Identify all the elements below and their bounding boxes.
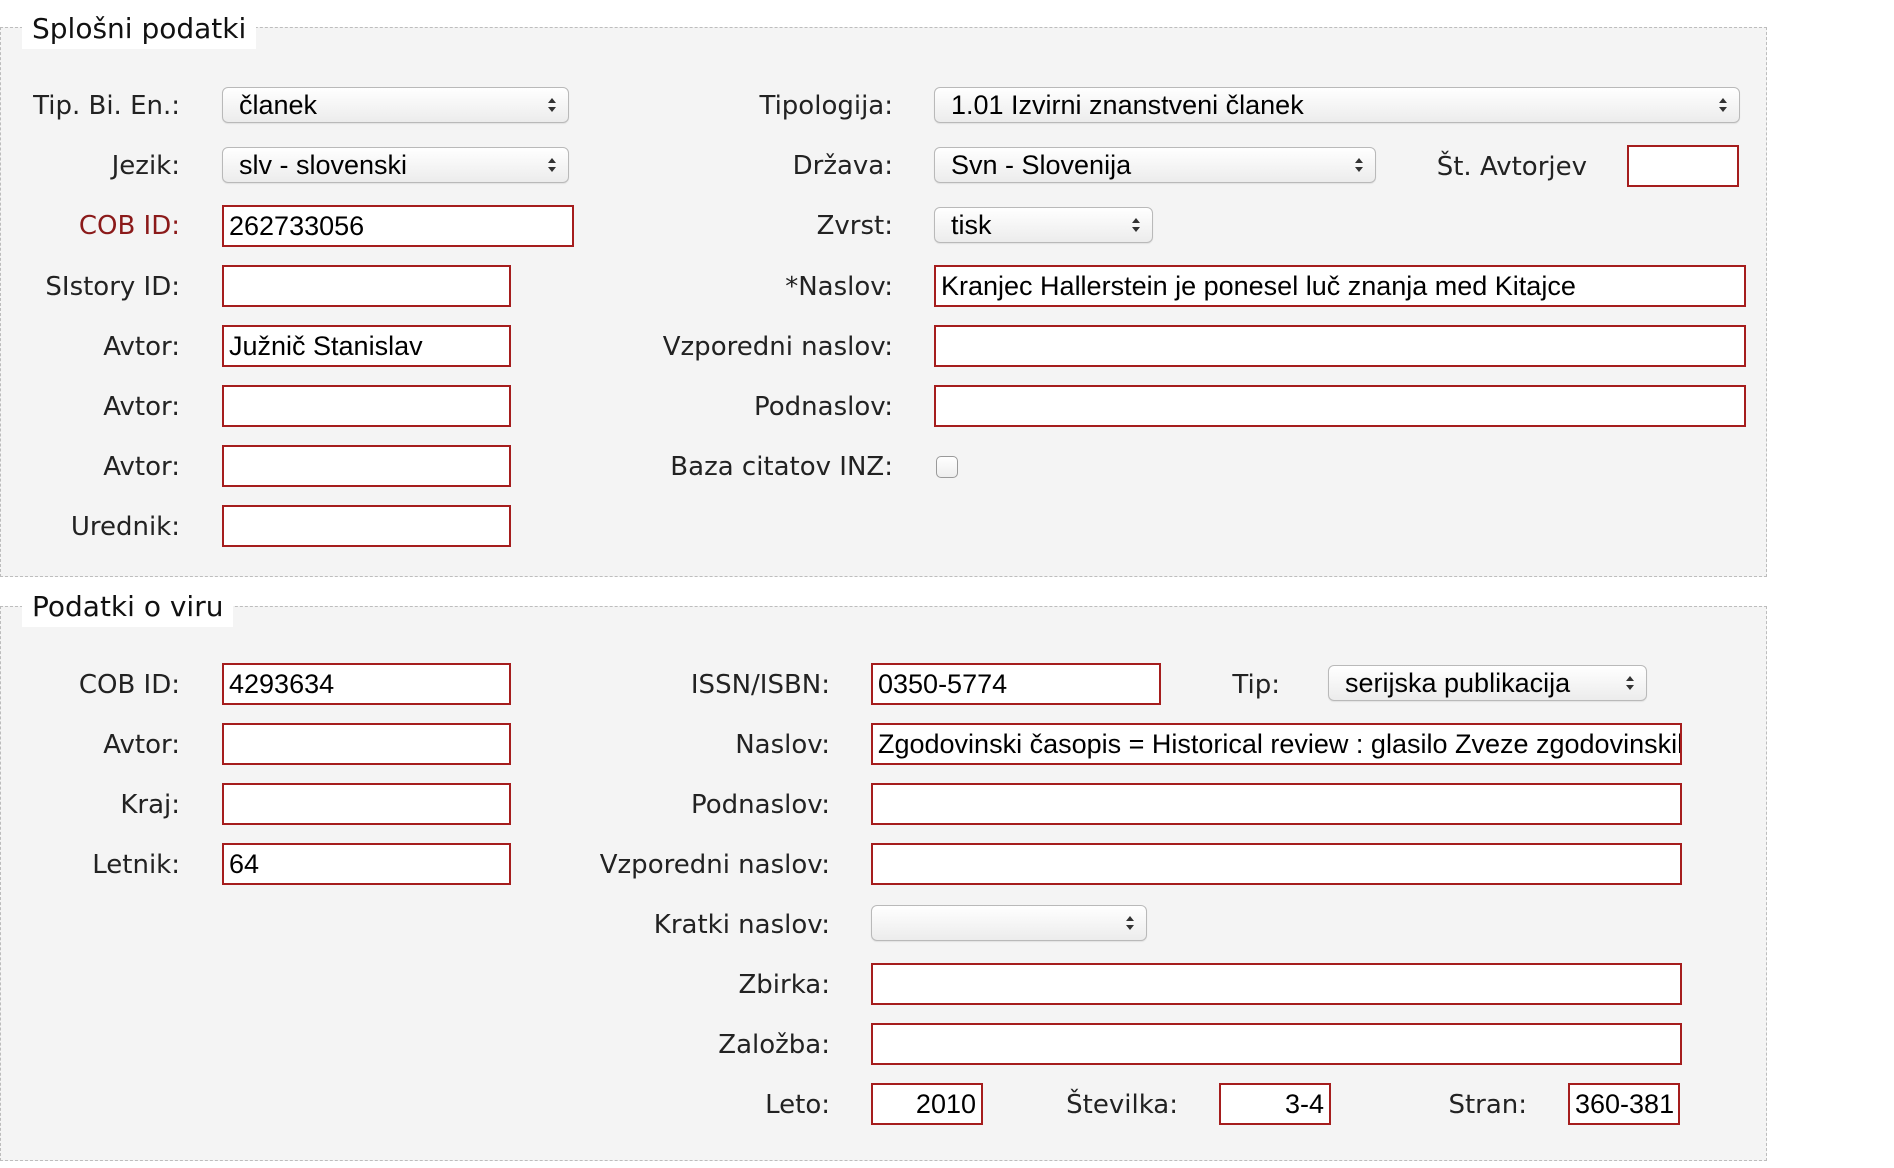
st-avtorjev-label: Št. Avtorjev: [1436, 152, 1587, 182]
source-naslov-input[interactable]: Zgodovinski časopis = Historical review …: [871, 723, 1682, 765]
tipologija-select[interactable]: 1.01 Izvirni znanstveni članek: [934, 87, 1740, 123]
tip-value: serijska publikacija: [1345, 668, 1571, 698]
sistory-id-input[interactable]: [222, 265, 511, 307]
chevron-up-down-icon: [1719, 98, 1727, 112]
general-data-legend: Splošni podatki: [22, 9, 257, 49]
vzporedni-naslov-input[interactable]: [934, 325, 1746, 367]
avtor-1-input[interactable]: Južnič Stanislav: [222, 325, 511, 367]
leto-input[interactable]: 2010: [871, 1083, 983, 1125]
tipologija-label: Tipologija:: [759, 91, 894, 121]
baza-citatov-checkbox[interactable]: [936, 456, 958, 478]
zalozba-input[interactable]: [871, 1023, 1682, 1065]
kratki-naslov-select[interactable]: [871, 905, 1147, 941]
kratki-naslov-label: Kratki naslov:: [653, 910, 830, 940]
source-cob-id-label: COB ID:: [78, 670, 180, 700]
chevron-up-down-icon: [1355, 158, 1363, 172]
drzava-label: Država:: [792, 151, 893, 181]
leto-label: Leto:: [765, 1090, 830, 1120]
sistory-id-label: SIstory ID:: [45, 272, 180, 302]
source-avtor-label: Avtor:: [103, 730, 180, 760]
issn-isbn-label: ISSN/ISBN:: [690, 670, 830, 700]
drzava-value: Svn - Slovenija: [951, 150, 1132, 180]
avtor-2-label: Avtor:: [103, 392, 180, 422]
avtor-1-label: Avtor:: [103, 332, 180, 362]
stevilka-label: Številka:: [1066, 1090, 1178, 1120]
stran-label: Stran:: [1448, 1090, 1527, 1120]
chevron-up-down-icon: [548, 98, 556, 112]
avtor-3-input[interactable]: [222, 445, 511, 487]
cob-id-input[interactable]: 262733056: [222, 205, 574, 247]
jezik-value: slv - slovenski: [239, 150, 408, 180]
podnaslov-input[interactable]: [934, 385, 1746, 427]
letnik-label: Letnik:: [92, 850, 180, 880]
zvrst-select[interactable]: tisk: [934, 207, 1153, 243]
cob-id-label: COB ID:: [78, 211, 180, 241]
avtor-2-input[interactable]: [222, 385, 511, 427]
source-vzporedni-naslov-label: Vzporedni naslov:: [599, 850, 830, 880]
tip-bi-en-label: Tip. Bi. En.:: [33, 91, 180, 121]
zvrst-value: tisk: [951, 210, 992, 240]
tipologija-value: 1.01 Izvirni znanstveni članek: [951, 90, 1304, 120]
issn-isbn-input[interactable]: 0350-5774: [871, 663, 1161, 705]
tip-label: Tip:: [1232, 670, 1280, 700]
baza-citatov-label: Baza citatov INZ:: [670, 452, 893, 482]
source-data-legend: Podatki o viru: [22, 587, 234, 627]
naslov-input[interactable]: Kranjec Hallerstein je ponesel luč znanj…: [934, 265, 1746, 307]
jezik-select[interactable]: slv - slovenski: [222, 147, 569, 183]
letnik-input[interactable]: 64: [222, 843, 511, 885]
vzporedni-naslov-label: Vzporedni naslov:: [662, 332, 893, 362]
chevron-up-down-icon: [1126, 916, 1134, 930]
chevron-up-down-icon: [548, 158, 556, 172]
avtor-3-label: Avtor:: [103, 452, 180, 482]
tip-bi-en-select[interactable]: članek: [222, 87, 569, 123]
urednik-input[interactable]: [222, 505, 511, 547]
naslov-label: *Naslov:: [785, 272, 893, 302]
drzava-select[interactable]: Svn - Slovenija: [934, 147, 1376, 183]
source-avtor-input[interactable]: [222, 723, 511, 765]
kraj-input[interactable]: [222, 783, 511, 825]
kraj-label: Kraj:: [120, 790, 180, 820]
source-podnaslov-input[interactable]: [871, 783, 1682, 825]
source-vzporedni-naslov-input[interactable]: [871, 843, 1682, 885]
zbirka-label: Zbirka:: [738, 970, 830, 1000]
source-naslov-label: Naslov:: [735, 730, 830, 760]
chevron-up-down-icon: [1132, 218, 1140, 232]
st-avtorjev-input[interactable]: [1627, 145, 1739, 187]
zbirka-input[interactable]: [871, 963, 1682, 1005]
tip-select[interactable]: serijska publikacija: [1328, 665, 1647, 701]
chevron-up-down-icon: [1626, 676, 1634, 690]
urednik-label: Urednik:: [70, 512, 180, 542]
stevilka-input[interactable]: 3-4: [1219, 1083, 1331, 1125]
zalozba-label: Založba:: [718, 1030, 830, 1060]
stran-input[interactable]: 360-381: [1568, 1083, 1680, 1125]
zvrst-label: Zvrst:: [816, 211, 893, 241]
podnaslov-label: Podnaslov:: [754, 392, 893, 422]
source-podnaslov-label: Podnaslov:: [691, 790, 830, 820]
tip-bi-en-value: članek: [239, 90, 318, 120]
source-cob-id-input[interactable]: 4293634: [222, 663, 511, 705]
jezik-label: Jezik:: [111, 151, 180, 181]
